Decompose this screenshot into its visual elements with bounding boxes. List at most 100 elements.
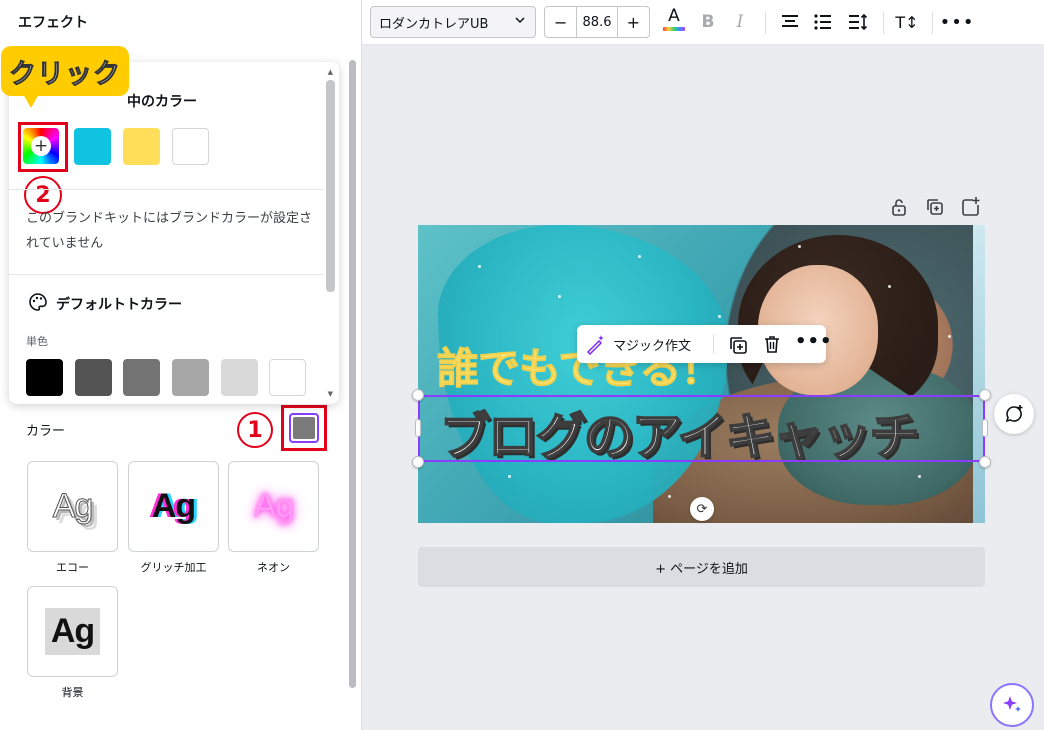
text-color-button[interactable]: A [662, 7, 686, 31]
sparkle-icon [1003, 696, 1021, 712]
popup-scroll-thumb[interactable] [326, 80, 335, 292]
effect-name-neon: ネオン [257, 561, 290, 574]
default-color-swatch[interactable] [75, 359, 112, 396]
snowflake [478, 265, 481, 268]
trash-icon[interactable] [761, 333, 783, 355]
resize-handle[interactable] [415, 419, 421, 437]
magic-assistant-button[interactable] [990, 683, 1034, 727]
divider [765, 12, 766, 34]
lock-icon[interactable] [888, 196, 910, 218]
document-color-swatch[interactable] [172, 128, 209, 165]
magic-write-button[interactable]: マジック作文 [585, 331, 691, 357]
snowflake [668, 495, 671, 498]
italic-button[interactable]: I [728, 10, 752, 34]
effect-name-glitch: グリッチ加工 [140, 561, 207, 574]
click-callout-text: クリック [9, 58, 121, 90]
scroll-down-arrow-icon[interactable]: ▼ [328, 390, 333, 398]
document-color-swatch[interactable] [74, 128, 111, 165]
default-color-swatch[interactable] [172, 359, 209, 396]
decrease-font-size-button[interactable]: − [545, 7, 576, 37]
rainbow-bar-icon [663, 26, 685, 31]
step-badge-1: 1 [237, 412, 273, 448]
resize-handle[interactable] [412, 456, 424, 468]
snowflake [718, 315, 721, 318]
page-actions [888, 196, 988, 220]
effect-card-echo[interactable]: Ag [27, 461, 118, 552]
add-comment-button[interactable] [994, 394, 1034, 434]
magic-pen-icon [586, 335, 604, 355]
magic-write-label: マジック作文 [613, 338, 692, 354]
effect-preview-echo: Ag [52, 487, 94, 526]
effect-card-glitch[interactable]: Ag [128, 461, 219, 552]
effect-card-neon[interactable]: Ag [228, 461, 319, 552]
duplicate-page-icon[interactable] [924, 196, 946, 218]
default-color-swatch[interactable] [123, 359, 160, 396]
line-spacing-icon[interactable] [846, 10, 870, 34]
font-size-input[interactable]: 88.6 [576, 7, 618, 37]
text-color-letter: A [668, 5, 680, 26]
bold-button[interactable]: B [696, 10, 720, 34]
resize-handle[interactable] [979, 389, 991, 401]
snowflake [508, 475, 511, 478]
click-callout: クリック [1, 46, 129, 108]
popup-scrollbar[interactable] [325, 76, 335, 392]
effect-card-background[interactable]: Ag [27, 586, 118, 677]
document-color-swatch[interactable] [123, 128, 160, 165]
color-label: カラー [26, 424, 66, 439]
chevron-down-icon [515, 17, 525, 24]
effect-preview-background: Ag [50, 612, 95, 650]
comment-plus-icon [1005, 405, 1023, 423]
page-edge-strip [973, 225, 985, 523]
duplicate-icon[interactable] [727, 334, 749, 356]
floating-toolbar: マジック作文 ••• [577, 325, 832, 363]
effect-preview-neon: Ag [253, 487, 295, 525]
design-page[interactable]: 誰でもできる！ ブログのアイキャッチ [418, 225, 985, 523]
snowflake [918, 475, 921, 478]
brand-kit-message: このブランドキットにはブランドカラーが設定されていません [26, 211, 313, 251]
default-color-swatch[interactable] [221, 359, 258, 396]
color-picker-popup: 中のカラー + 2 このブランドキットにはブランドカラーが設定されていません デ… [9, 62, 339, 404]
snowflake [638, 255, 641, 258]
more-options-icon[interactable]: ••• [795, 331, 833, 352]
divider [883, 12, 884, 34]
font-family-value: ロダンカトレアUB [379, 16, 489, 32]
more-options-icon[interactable]: ••• [940, 10, 974, 34]
selection-box [418, 395, 985, 462]
default-color-swatch[interactable] [269, 359, 306, 396]
align-center-icon[interactable] [778, 10, 802, 34]
highlight-box-add-color [18, 122, 68, 172]
default-color-swatch[interactable] [26, 359, 63, 396]
divider [713, 334, 714, 354]
resize-handle[interactable] [412, 389, 424, 401]
bullet-list-icon[interactable] [811, 10, 835, 34]
click-callout-bubble: クリック [1, 46, 129, 96]
panel-scroll-thumb[interactable] [349, 60, 356, 688]
click-callout-tail [23, 94, 39, 108]
rotate-icon[interactable]: ⟳ [690, 497, 714, 521]
text-case-icon[interactable]: T↕ [895, 10, 919, 34]
solid-colors-label: 単色 [26, 335, 48, 348]
add-page-button[interactable]: + ページを追加 [418, 547, 985, 587]
resize-handle[interactable] [982, 419, 988, 437]
divider [9, 189, 323, 190]
panel-scrollbar[interactable] [346, 60, 358, 690]
scroll-up-arrow-icon[interactable]: ▲ [328, 68, 333, 76]
effect-name-background: 背景 [61, 686, 84, 699]
add-page-icon[interactable] [959, 196, 981, 218]
effect-preview-background-box: Ag [44, 608, 101, 655]
increase-font-size-button[interactable]: + [618, 7, 649, 37]
divider [9, 274, 323, 275]
effect-name-echo: エコー [56, 561, 89, 574]
step-badge-2-text: 2 [35, 182, 51, 208]
default-colors-title: デフォルトトカラー [56, 297, 182, 313]
resize-handle[interactable] [979, 456, 991, 468]
font-size-stepper: − 88.6 + [544, 6, 650, 38]
divider [932, 12, 933, 34]
snowflake [798, 245, 801, 248]
highlight-box-color-swatch [281, 405, 327, 451]
snowflake [558, 295, 561, 298]
effects-panel: エフェクト カラー 1 Ag Ag Ag Ag エコー グリッチ加工 ネオン 背… [0, 0, 362, 730]
snowflake [888, 285, 891, 288]
effect-preview-glitch: Ag [151, 487, 196, 525]
font-family-select[interactable]: ロダンカトレアUB [370, 6, 536, 38]
